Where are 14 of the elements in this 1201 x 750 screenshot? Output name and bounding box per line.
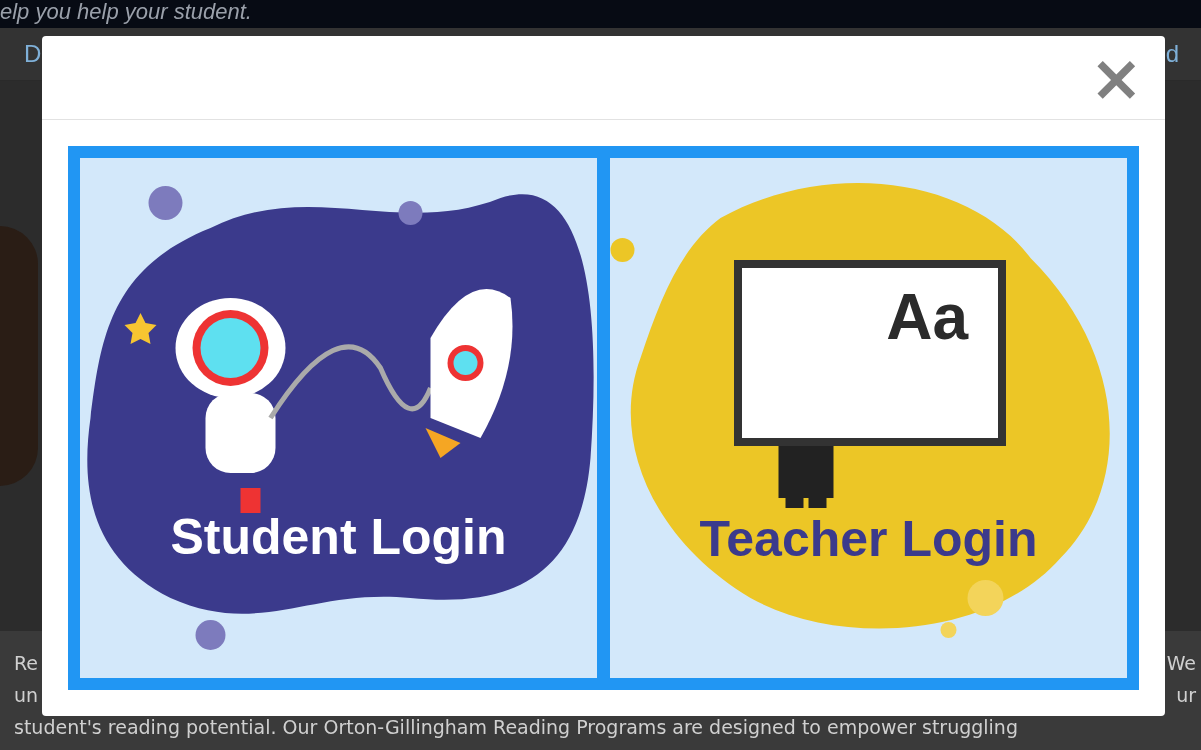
close-button[interactable]: × <box>1083 52 1149 103</box>
tile-label: Teacher Login <box>698 510 1039 568</box>
teacher-login-tile[interactable]: Aa Teacher Login <box>610 158 1127 678</box>
student-login-tile[interactable]: Student Login <box>80 158 597 678</box>
paragraph-text: student's reading potential. Our Orton-Gillingham Reading Programs are designed to empower struggling <box>14 715 1018 740</box>
tile-label: Student Login <box>169 508 508 566</box>
nav-link[interactable]: d <box>1165 40 1179 68</box>
tagline-text: elp you help your student. <box>0 0 252 25</box>
paragraph-text: Re <box>14 651 39 676</box>
paragraph-text: We <box>1166 651 1196 676</box>
nav-link[interactable]: D <box>24 40 42 68</box>
paragraph-text: un <box>14 683 39 708</box>
board-text: Aa <box>886 280 968 354</box>
paragraph-text: ur <box>1176 683 1196 708</box>
